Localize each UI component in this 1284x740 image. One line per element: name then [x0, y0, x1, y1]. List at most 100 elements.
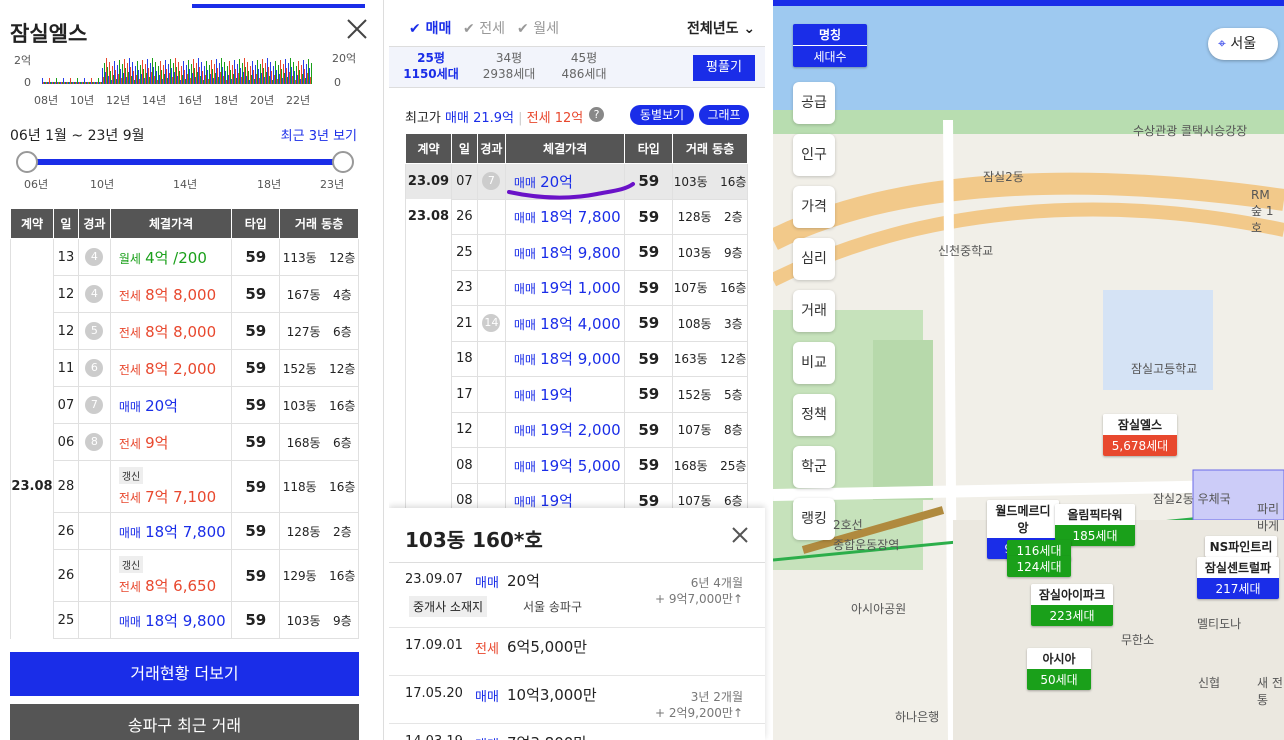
map-layer-button[interactable]: 가격 [793, 186, 835, 228]
table-row[interactable]: 12 4 전세 8억 8,000 59 167동 4층 [10, 275, 359, 313]
contract-month: 23.09 [405, 163, 452, 199]
region-button[interactable]: ⌖ 서울 [1208, 28, 1278, 60]
volume-bar [55, 82, 56, 84]
price: 전세 8억 8,000 [109, 312, 233, 350]
table-row[interactable]: 12 매매 19억 2,000 59 107동 8층 [405, 411, 748, 448]
table-row[interactable]: 26 갱신 전세 8억 6,650 59 129동 16층 [10, 549, 359, 602]
table-row[interactable]: 11 6 전세 8억 2,000 59 152동 12층 [10, 349, 359, 387]
table-row[interactable]: 23 매매 19억 1,000 59 107동 16층 [405, 269, 748, 306]
legend-units: 세대수 [793, 45, 867, 67]
price: 매매 18억 7,800 [504, 198, 626, 235]
price: 갱신 전세 8억 6,650 [109, 549, 233, 602]
history-kind: 매매 [475, 690, 499, 705]
volume-bar [278, 65, 279, 84]
table-row[interactable]: 08 매매 19억 5,000 59 168동 25층 [405, 447, 748, 484]
table-row[interactable]: 26 매매 18억 7,800 59 128동 2층 [10, 512, 359, 550]
volume-bar [48, 82, 49, 84]
contract-month [405, 234, 452, 270]
volume-bar [143, 69, 144, 84]
volume-bar [290, 58, 291, 84]
col-dong-floor: 거래 동층 [279, 208, 359, 239]
table-row[interactable]: 21 14 매매 18억 4,000 59 108동 3층 [405, 305, 748, 342]
pyeong-size: 45평 [570, 51, 598, 65]
elapsed [476, 269, 506, 306]
map-layer-button[interactable]: 비교 [793, 342, 835, 384]
table-row[interactable]: 07 7 매매 20억 59 103동 16층 [10, 386, 359, 424]
table-row[interactable]: 23.08 26 매매 18억 7,800 59 128동 2층 [405, 198, 748, 235]
type: 59 [624, 269, 674, 306]
pyeong-expand-button[interactable]: 평풀기 [693, 55, 755, 81]
filter-sale[interactable]: ✔ 매매 [409, 18, 451, 38]
elapsed-badge: 6 [85, 359, 104, 377]
volume-bar [262, 59, 263, 84]
volume-bar [114, 61, 115, 84]
type: 59 [231, 460, 281, 513]
slider-start-handle[interactable] [16, 151, 38, 173]
filter-wolse-label: 월세 [533, 21, 559, 37]
complex-marker[interactable]: 124세대 [1007, 556, 1071, 577]
district-recent-button[interactable]: 송파구 최근 거래 [10, 704, 359, 740]
volume-bar [74, 82, 75, 84]
map-layer-button[interactable]: 정책 [793, 394, 835, 436]
table-row[interactable]: 06 8 전세 9억 59 168동 6층 [10, 423, 359, 461]
type: 59 [624, 376, 674, 413]
table-row[interactable]: 25 매매 18억 9,800 59 103동 9층 [10, 601, 359, 639]
table-row[interactable]: 17 매매 19억 59 152동 5층 [405, 376, 748, 413]
year-select[interactable]: 전체년도 ⌄ [687, 18, 755, 38]
pyeong-tab-25[interactable]: 25평 1150세대 [391, 50, 471, 82]
col-price: 체결가격 [109, 208, 233, 239]
filter-jeonse[interactable]: ✔ 전세 [463, 18, 505, 38]
help-icon[interactable]: ? [589, 107, 604, 122]
period-slider[interactable] [27, 159, 343, 165]
map-layer-button[interactable]: 심리 [793, 238, 835, 280]
complex-marker[interactable]: 아시아 50세대 [1027, 648, 1091, 690]
more-transactions-button[interactable]: 거래현황 더보기 [10, 652, 359, 696]
volume-bar [182, 75, 183, 84]
volume-bar [175, 58, 176, 84]
close-icon[interactable] [731, 526, 749, 544]
graph-button[interactable]: 그래프 [699, 105, 749, 125]
dong-view-button[interactable]: 동별보기 [630, 105, 694, 125]
volume-bar [256, 74, 257, 84]
history-date: 17.05.20 [405, 686, 463, 701]
x-tick: 16년 [178, 94, 203, 107]
history-item: 17.05.20 매매 10억3,000만 3년 2개월 + 2억9,200만↑ [389, 684, 765, 724]
complex-marker[interactable]: 잠실엘스 5,678세대 [1103, 414, 1177, 456]
map-layer-button[interactable]: 인구 [793, 134, 835, 176]
volume-bar [191, 64, 192, 84]
complex-marker[interactable]: 잠실아이파크 223세대 [1031, 584, 1113, 626]
volume-bar [82, 82, 83, 84]
x-axis: 08년 10년 12년 14년 16년 18년 20년 22년 [32, 92, 332, 107]
deal-price: 18억 9,800 [540, 243, 621, 262]
day: 18 [450, 340, 478, 377]
map-layer-button[interactable]: 학군 [793, 446, 835, 488]
filter-wolse[interactable]: ✔ 월세 [517, 18, 559, 38]
volume-bar [123, 73, 124, 84]
table-row[interactable]: 13 4 월세 4억 /200 59 113동 12층 [10, 238, 359, 276]
table-row[interactable]: 25 매매 18억 9,800 59 103동 9층 [405, 234, 748, 271]
volume-bar [271, 71, 272, 84]
volume-bar [235, 69, 236, 84]
close-icon[interactable] [346, 18, 368, 40]
volume-bar [254, 79, 255, 84]
slider-end-handle[interactable] [332, 151, 354, 173]
volume-bar [194, 68, 195, 84]
pyeong-tab-45[interactable]: 45평 486세대 [544, 50, 624, 82]
volume-bar [212, 69, 213, 84]
complex-marker[interactable]: 잠실센트럴파 217세대 [1197, 557, 1279, 599]
map-layer-button[interactable]: 공급 [793, 82, 835, 124]
complex-marker[interactable]: NS파인트리 [1205, 536, 1277, 557]
x-tick: 18년 [214, 94, 239, 107]
pyeong-tab-34[interactable]: 34평 2938세대 [469, 50, 549, 82]
map-view[interactable]: 명칭 세대수 ⌖ 서울 공급 인구 가격 심리 거래 비교 정책 학군 랭킹 수상관광 콜택시승… [773, 0, 1284, 740]
recent-3y-link[interactable]: 최근 3년 보기 [281, 125, 357, 144]
map-layer-button[interactable]: 거래 [793, 290, 835, 332]
slider-tick: 23년 [320, 178, 345, 191]
history-change: + 9억7,000만↑ [655, 592, 743, 606]
volume-bar [53, 82, 54, 84]
table-row[interactable]: 23.08 28 갱신 전세 7억 7,100 59 118동 16층 [10, 460, 359, 513]
volume-bar [307, 73, 308, 84]
map-layer-button[interactable]: 랭킹 [793, 498, 835, 540]
table-row[interactable]: 12 5 전세 8억 8,000 59 127동 6층 [10, 312, 359, 350]
table-row[interactable]: 18 매매 18억 9,000 59 163동 12층 [405, 340, 748, 377]
